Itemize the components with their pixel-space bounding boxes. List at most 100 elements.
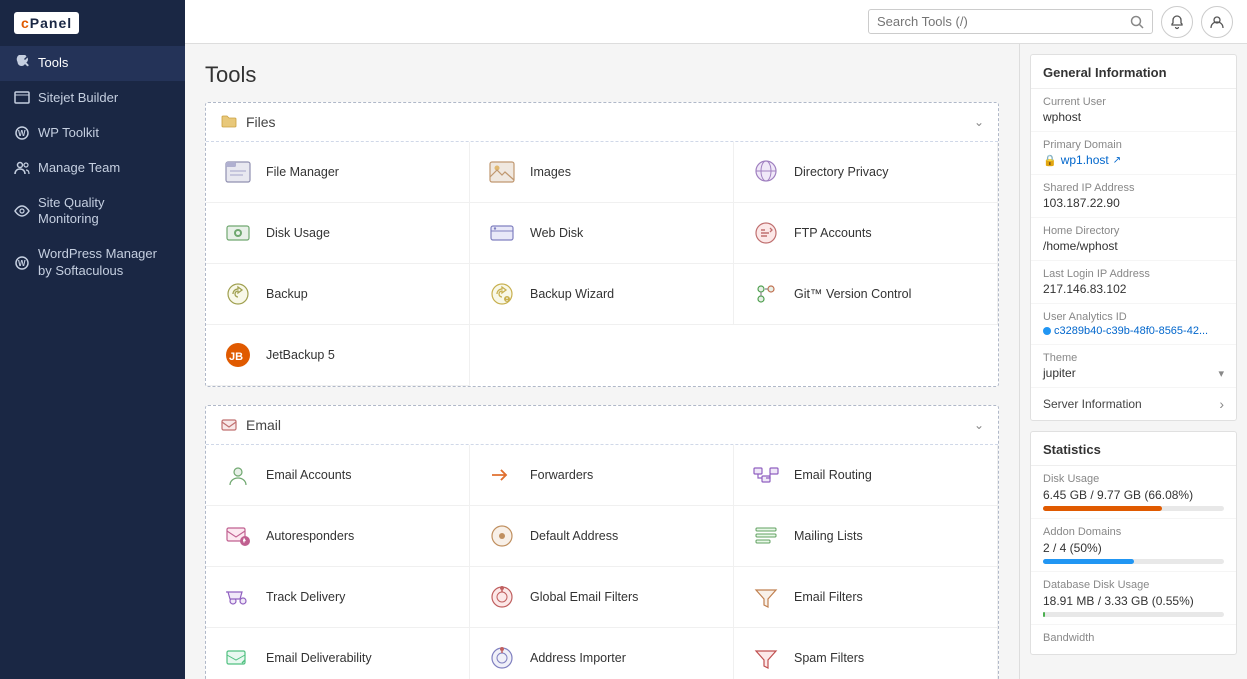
jetbackup5-icon: JB (220, 337, 256, 373)
server-info-label: Server Information (1043, 397, 1142, 411)
tool-disk-usage[interactable]: Disk Usage (206, 203, 470, 264)
addon-domains-stat-value: 2 / 4 (50%) (1043, 541, 1224, 555)
folder-icon (220, 113, 238, 131)
email-filters-icon (748, 579, 784, 615)
db-disk-stat-label: Database Disk Usage (1043, 579, 1224, 591)
tool-email-filters[interactable]: Email Filters (734, 567, 998, 628)
email-tools-grid: Email Accounts Forwarders (206, 445, 998, 679)
sidebar-item-tools[interactable]: Tools (0, 46, 185, 81)
tool-email-deliverability[interactable]: Email Deliverability (206, 628, 470, 679)
tool-web-disk[interactable]: Web Disk (470, 203, 734, 264)
tool-email-routing[interactable]: Email Routing (734, 445, 998, 506)
backup-icon (220, 276, 256, 312)
sidebar-item-site-quality[interactable]: Site QualityMonitoring (0, 186, 185, 238)
addon-domains-stat-label: Addon Domains (1043, 526, 1224, 538)
db-disk-stat-value: 18.91 MB / 3.33 GB (0.55%) (1043, 594, 1224, 608)
svg-text:JB: JB (229, 351, 243, 363)
sidebar-item-sitejet[interactable]: Sitejet Builder (0, 81, 185, 116)
addon-domains-stat: Addon Domains 2 / 4 (50%) (1031, 519, 1236, 572)
email-toggle: ⌄ (974, 418, 984, 432)
tool-jetbackup5[interactable]: JB JetBackup 5 (206, 325, 470, 386)
tool-address-importer[interactable]: Address Importer (470, 628, 734, 679)
sidebar-item-wp-manager[interactable]: W WordPress Managerby Softaculous (0, 237, 185, 289)
tool-git[interactable]: Git™ Version Control (734, 264, 998, 325)
analytics-label: User Analytics ID (1043, 311, 1224, 323)
tool-email-accounts[interactable]: Email Accounts (206, 445, 470, 506)
tool-ftp-accounts[interactable]: FTP Accounts (734, 203, 998, 264)
wp-icon: W (14, 125, 30, 141)
last-login-value: 217.146.83.102 (1043, 282, 1224, 296)
home-dir-row: Home Directory /home/wphost (1031, 218, 1236, 261)
wp2-icon: W (14, 255, 30, 271)
external-link-icon: ↗ (1113, 155, 1121, 166)
tool-default-address[interactable]: Default Address (470, 506, 734, 567)
theme-select[interactable]: jupiter ▾ (1043, 366, 1224, 380)
tool-forwarders[interactable]: Forwarders (470, 445, 734, 506)
tool-global-email-filters[interactable]: Global Email Filters (470, 567, 734, 628)
content-area: Tools Files ⌄ (185, 44, 1247, 679)
server-info-arrow: › (1219, 396, 1224, 412)
user-icon[interactable] (1201, 6, 1233, 38)
cpanel-logo: cPanel (14, 12, 79, 34)
section-header-files[interactable]: Files ⌄ (206, 103, 998, 142)
server-info-row[interactable]: Server Information › (1031, 388, 1236, 420)
last-login-label: Last Login IP Address (1043, 268, 1224, 280)
email-routing-label: Email Routing (794, 467, 872, 483)
notifications-icon[interactable] (1161, 6, 1193, 38)
email-deliverability-label: Email Deliverability (266, 650, 372, 666)
team-icon (14, 160, 30, 176)
git-label: Git™ Version Control (794, 286, 911, 302)
images-icon (484, 154, 520, 190)
autoresponders-label: Autoresponders (266, 528, 354, 544)
tool-mailing-lists[interactable]: Mailing Lists (734, 506, 998, 567)
shared-ip-label: Shared IP Address (1043, 182, 1224, 194)
tool-autoresponders[interactable]: Autoresponders (206, 506, 470, 567)
theme-label: Theme (1043, 352, 1224, 364)
tool-images[interactable]: Images (470, 142, 734, 203)
section-files: Files ⌄ (205, 102, 999, 387)
mailing-lists-label: Mailing Lists (794, 528, 863, 544)
search-icon (1130, 15, 1144, 29)
directory-privacy-icon (748, 154, 784, 190)
spam-filters-icon (748, 640, 784, 676)
backup-wizard-icon (484, 276, 520, 312)
sidebar-nav: Tools Sitejet Builder W WP Toolkit Mana (0, 46, 185, 679)
analytics-id-text: c3289b40-c39b-48f0-8565-42... (1054, 325, 1208, 337)
sidebar-item-wp-toolkit[interactable]: W WP Toolkit (0, 116, 185, 151)
autoresponders-icon (220, 518, 256, 554)
analytics-row: User Analytics ID c3289b40-c39b-48f0-856… (1031, 304, 1236, 345)
addon-domains-bar-bg (1043, 559, 1224, 564)
file-manager-icon (220, 154, 256, 190)
section-header-email[interactable]: Email ⌄ (206, 406, 998, 445)
section-email: Email ⌄ Email Accounts (205, 405, 999, 679)
home-dir-value: /home/wphost (1043, 239, 1224, 253)
disk-usage-stat-label: Disk Usage (1043, 473, 1224, 485)
address-importer-icon (484, 640, 520, 676)
home-dir-label: Home Directory (1043, 225, 1224, 237)
tool-backup[interactable]: Backup (206, 264, 470, 325)
tool-spam-filters[interactable]: Spam Filters (734, 628, 998, 679)
svg-text:W: W (18, 129, 26, 138)
backup-label: Backup (266, 286, 308, 302)
theme-row: Theme jupiter ▾ (1031, 345, 1236, 388)
sidebar-label-sitejet: Sitejet Builder (38, 90, 118, 107)
tool-directory-privacy[interactable]: Directory Privacy (734, 142, 998, 203)
backup-wizard-label: Backup Wizard (530, 286, 614, 302)
sidebar-label-manage-team: Manage Team (38, 160, 120, 177)
search-input[interactable] (877, 14, 1124, 29)
primary-domain-link[interactable]: wp1.host (1061, 153, 1109, 167)
page-title: Tools (205, 62, 999, 88)
files-tools-grid: File Manager Images (206, 142, 998, 386)
tool-file-manager[interactable]: File Manager (206, 142, 470, 203)
forwarders-label: Forwarders (530, 467, 593, 483)
analytics-id-value: c3289b40-c39b-48f0-8565-42... (1043, 325, 1224, 337)
file-manager-label: File Manager (266, 164, 339, 180)
topbar (185, 0, 1247, 44)
email-accounts-label: Email Accounts (266, 467, 351, 483)
sidebar-item-manage-team[interactable]: Manage Team (0, 151, 185, 186)
tool-track-delivery[interactable]: Track Delivery (206, 567, 470, 628)
address-importer-label: Address Importer (530, 650, 626, 666)
tool-backup-wizard[interactable]: Backup Wizard (470, 264, 734, 325)
search-wrap[interactable] (868, 9, 1153, 34)
db-disk-stat: Database Disk Usage 18.91 MB / 3.33 GB (… (1031, 572, 1236, 625)
